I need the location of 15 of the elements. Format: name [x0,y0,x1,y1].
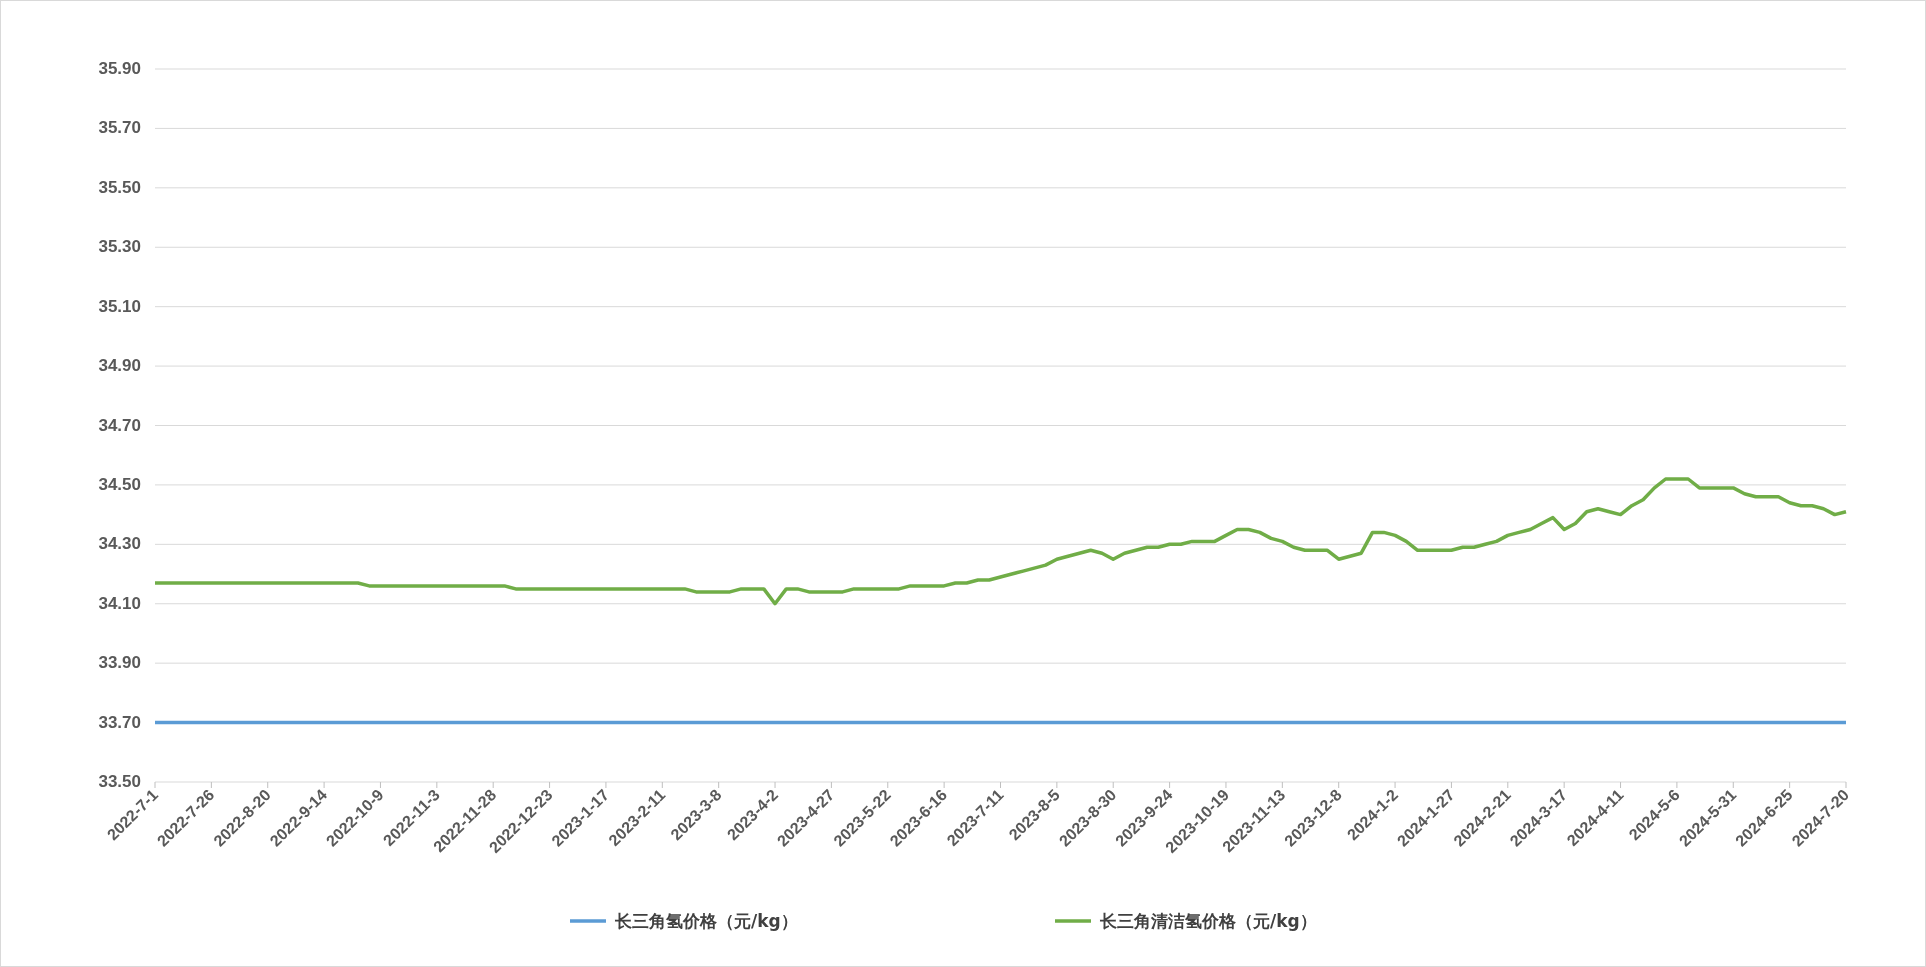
y-tick-label: 34.90 [98,356,141,376]
y-tick-label: 35.90 [98,59,141,78]
y-tick-label: 35.70 [98,118,141,138]
y-tick-label: 33.90 [98,653,141,673]
y-tick-label: 34.30 [98,534,141,554]
y-tick-label: 34.70 [98,415,141,435]
y-tick-label: 33.50 [98,772,141,791]
y-tick-label: 34.50 [98,474,141,494]
y-tick-label: 34.10 [98,593,141,613]
y-tick-label: 33.70 [98,712,141,732]
y-tick-label: 35.10 [98,296,141,316]
y-tick-label: 35.30 [98,237,141,257]
y-tick-label: 35.50 [98,177,141,197]
legend-label: 长三角氢价格（元/kg） [615,911,798,931]
legend-label: 长三角清洁氢价格（元/kg） [1100,911,1317,931]
